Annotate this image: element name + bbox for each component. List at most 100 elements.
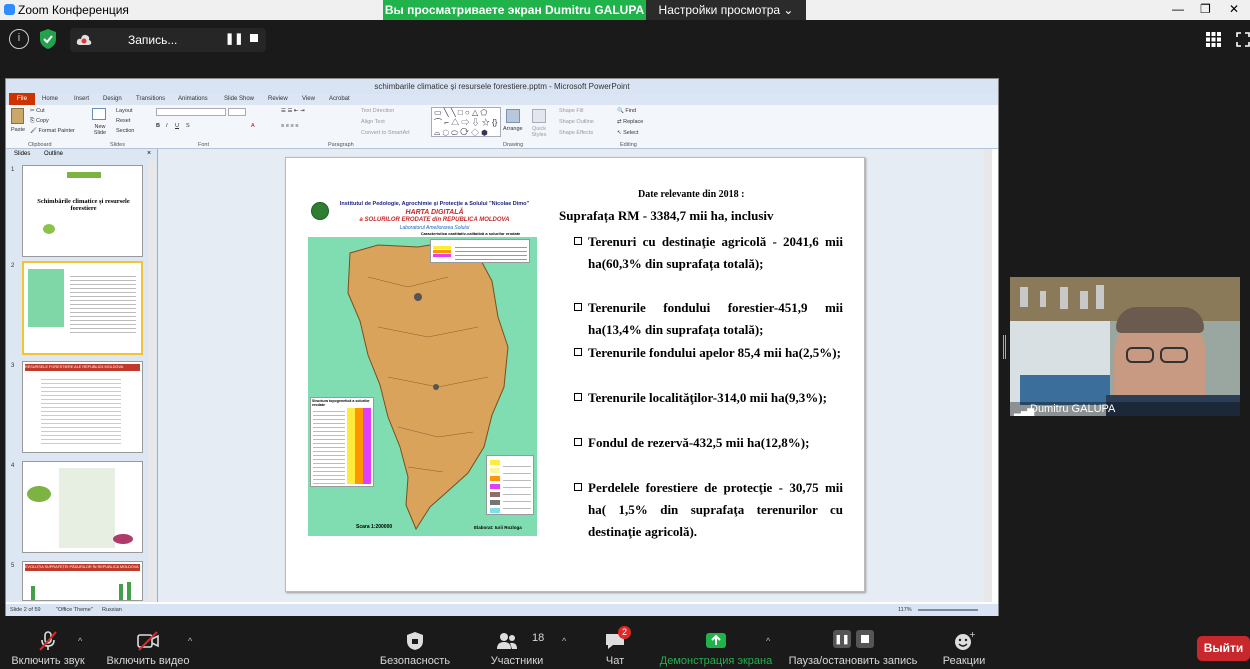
zoom-level[interactable]: 117%	[898, 607, 912, 613]
start-video-button[interactable]: Включить видео	[100, 622, 196, 669]
participants-button[interactable]: 18 Участники	[472, 622, 562, 669]
thumb-number: 3	[11, 363, 15, 369]
minimize-icon[interactable]: —	[1172, 2, 1184, 16]
text-direction-button[interactable]: Text Direction	[361, 108, 394, 114]
slide-thumbnail-1[interactable]: Schimbările climatice și resursele fores…	[22, 165, 143, 257]
bold-icon[interactable]: B	[156, 123, 160, 129]
stop-recording-icon[interactable]	[250, 34, 258, 42]
pane-tab-outline[interactable]: Outline	[44, 151, 63, 157]
italic-icon[interactable]: I	[166, 123, 168, 129]
reactions-button[interactable]: + Реакции	[934, 622, 994, 669]
paste-icon[interactable]	[11, 108, 24, 124]
select-button[interactable]: Select	[623, 130, 638, 136]
participant-video[interactable]: ▂▄▆ Dumitru GALUPA	[1010, 277, 1240, 416]
shape-effects-button[interactable]: Shape Effects	[559, 130, 593, 136]
close-pane-icon[interactable]: ×	[147, 150, 151, 157]
chevron-down-icon: ⌄	[783, 3, 794, 17]
find-button[interactable]: Find	[625, 108, 636, 114]
canvas-scrollbar[interactable]	[984, 149, 992, 602]
pause-stop-recording-button[interactable]: ❚❚ Пауза/остановить запись	[786, 622, 920, 669]
shape-outline-button[interactable]: Shape Outline	[559, 119, 594, 125]
bullet-item: Terenurile fondului forestier-451,9 mii …	[574, 297, 843, 341]
chat-button[interactable]: 2 Чат	[590, 622, 640, 669]
file-tab[interactable]: File	[9, 93, 35, 105]
section-button[interactable]: Section	[116, 128, 134, 134]
leave-meeting-button[interactable]: Выйти	[1197, 636, 1250, 661]
shield-check-icon[interactable]	[38, 28, 58, 50]
start-video-label: Включить видео	[106, 655, 190, 667]
zoom-slider[interactable]	[918, 609, 978, 611]
tab-home[interactable]: Home	[42, 96, 58, 102]
reset-button[interactable]: Reset	[116, 118, 130, 124]
underline-icon[interactable]: U	[175, 123, 179, 129]
pane-scrollbar[interactable]	[148, 161, 156, 601]
arrange-icon[interactable]	[506, 109, 520, 123]
cut-label[interactable]: Cut	[36, 108, 45, 114]
participants-options-chevron-icon[interactable]: ^	[562, 636, 566, 646]
pause-recording-icon[interactable]: ❚❚	[225, 32, 243, 45]
new-slide-label[interactable]: New Slide	[89, 124, 111, 136]
replace-button[interactable]: Replace	[623, 119, 643, 125]
chat-badge: 2	[618, 626, 631, 639]
close-icon[interactable]: ✕	[1229, 2, 1239, 16]
map-header: Institutul de Pedologie, Agrochimie şi P…	[308, 199, 537, 237]
slide-canvas: Institutul de Pedologie, Agrochimie şi P…	[158, 149, 992, 602]
institute-logo	[311, 202, 329, 220]
reactions-smiley-icon: +	[955, 631, 975, 650]
bullet-item: Terenurile fondului apelor 85,4 mii ha(2…	[574, 342, 843, 364]
convert-smartart-button[interactable]: Convert to SmartArt	[361, 130, 410, 136]
splitter-handle[interactable]	[1003, 335, 1006, 359]
share-screen-button[interactable]: Демонстрация экрана	[656, 622, 776, 669]
video-options-chevron-icon[interactable]: ^	[188, 636, 192, 646]
checkbox-bullet-icon	[574, 348, 582, 356]
bullet-item: Perdelele forestiere de protecţie - 30,7…	[574, 477, 843, 543]
pane-tab-slides[interactable]: Slides	[14, 151, 30, 157]
slide-thumbnail-2-selected[interactable]	[22, 261, 143, 355]
tab-acrobat[interactable]: Acrobat	[329, 96, 350, 102]
security-button[interactable]: Безопасность	[370, 622, 460, 669]
tab-animations[interactable]: Animations	[178, 96, 208, 102]
quick-styles-label[interactable]: Quick Styles	[527, 126, 551, 138]
language: Russian	[102, 607, 122, 613]
tab-slide-show[interactable]: Slide Show	[224, 96, 254, 102]
arrange-label[interactable]: Arrange	[503, 126, 523, 132]
audio-options-chevron-icon[interactable]: ^	[78, 636, 82, 646]
format-painter-label[interactable]: Format Painter	[39, 128, 75, 134]
slides-pane: Slides Outline × 1 Schimbările climatice…	[6, 149, 158, 602]
clipboard-group-label: Clipboard	[28, 142, 52, 148]
bullets-icon[interactable]: ☰ ☰ ⇤ ⇥	[281, 108, 305, 114]
participants-label: Участники	[490, 655, 544, 667]
fullscreen-icon[interactable]	[1236, 32, 1250, 47]
tab-review[interactable]: Review	[268, 96, 288, 102]
new-slide-icon[interactable]	[92, 108, 106, 120]
tab-transitions[interactable]: Transitions	[136, 96, 165, 102]
paste-label[interactable]: Paste	[11, 127, 25, 133]
slide-thumbnail-4[interactable]	[22, 461, 143, 553]
slide-thumbnail-5[interactable]: EVOLUȚIA SUPRAFEȚEI PĂDURILOR ÎN REPUBLI…	[22, 561, 143, 601]
share-options-chevron-icon[interactable]: ^	[766, 636, 770, 646]
strikethrough-icon[interactable]: S	[186, 123, 190, 129]
tab-design[interactable]: Design	[103, 96, 122, 102]
drawing-group-label: Drawing	[503, 142, 524, 148]
font-size-field[interactable]	[228, 108, 246, 116]
bullet-item: Terenurile localităţilor-314,0 mii ha(9,…	[574, 387, 843, 409]
slide-thumbnail-3[interactable]: RESURSELE FORESTIERE ALE REPUBLICII MOLD…	[22, 361, 143, 453]
quick-styles-icon[interactable]	[532, 109, 546, 123]
font-color-icon[interactable]: A	[251, 123, 255, 129]
layout-button[interactable]: Layout	[116, 108, 133, 114]
font-name-field[interactable]	[156, 108, 226, 116]
info-icon[interactable]: i	[9, 29, 29, 49]
shape-fill-button[interactable]: Shape Fill	[559, 108, 583, 114]
stop-icon	[856, 630, 874, 648]
shapes-gallery[interactable]: ▭ ╲ ╲ □ ○ △ ⬠ ⌒ ⌐ △ ⇨ ⇩ ☆ {} ⌓ ⬡ ⬭ ⟳ ◇ ⬢	[431, 107, 501, 137]
align-text-button[interactable]: Align Text	[361, 119, 385, 125]
restore-icon[interactable]: ❐	[1200, 2, 1211, 16]
copy-label[interactable]: Copy	[36, 118, 49, 124]
align-icons[interactable]: ≡ ≡ ≡ ≡	[281, 123, 298, 129]
view-settings-button[interactable]: Настройки просмотра ⌄	[646, 0, 806, 20]
gallery-view-icon[interactable]	[1206, 32, 1221, 47]
tab-insert[interactable]: Insert	[74, 96, 89, 102]
unmute-label: Включить звук	[11, 655, 85, 667]
checkbox-bullet-icon	[574, 438, 582, 446]
tab-view[interactable]: View	[302, 96, 315, 102]
